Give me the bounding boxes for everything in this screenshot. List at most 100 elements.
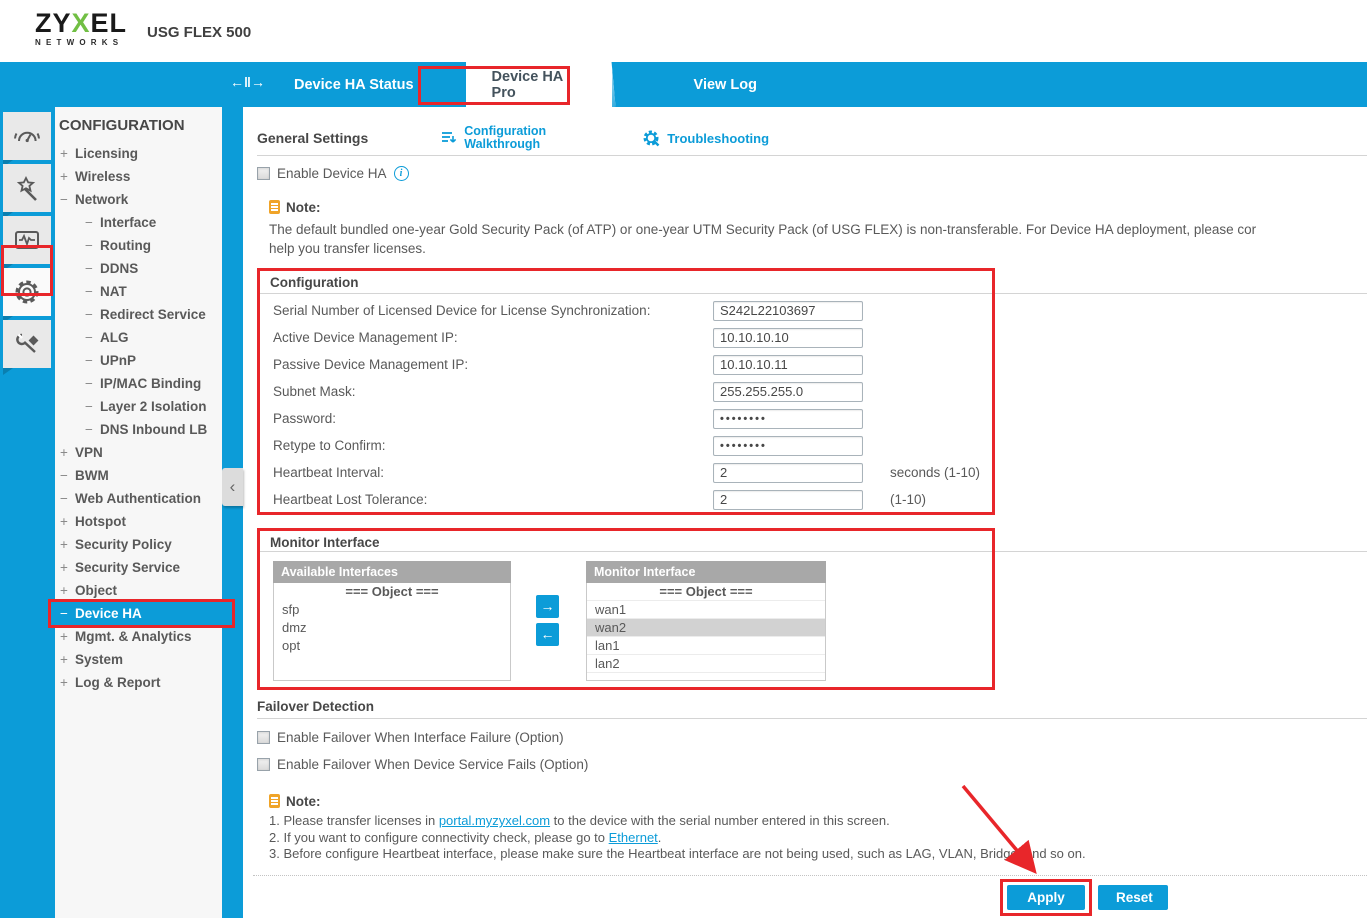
form-row: Subnet Mask:: [260, 378, 992, 405]
failover-interface-label: Enable Failover When Interface Failure (…: [277, 730, 564, 745]
sidebar-item-web-authentication[interactable]: −Web Authentication: [55, 487, 222, 510]
sidebar-item-vpn[interactable]: +VPN: [55, 441, 222, 464]
sidebar-item-dns-inbound-lb[interactable]: −DNS Inbound LB: [55, 418, 222, 441]
sidebar-item-security-policy[interactable]: +Security Policy: [55, 533, 222, 556]
reset-button[interactable]: Reset: [1098, 885, 1168, 910]
note-line: 2. If you want to configure connectivity…: [269, 830, 1367, 847]
sidebar-item-label: DNS Inbound LB: [100, 422, 207, 437]
info-icon[interactable]: i: [394, 166, 409, 181]
failover-section-title: Failover Detection: [257, 699, 374, 714]
sidebar-item-routing[interactable]: −Routing: [55, 234, 222, 257]
note-icon: [269, 200, 280, 214]
sidebar-item-label: Security Service: [75, 560, 180, 575]
monitor-interface-item[interactable]: wan2: [587, 619, 825, 637]
sidebar-item-licensing[interactable]: +Licensing: [55, 142, 222, 165]
sidebar-item-label: System: [75, 652, 123, 667]
monitor-interface-section: Monitor Interface Available Interfaces =…: [257, 528, 995, 690]
field-input[interactable]: [713, 409, 863, 429]
move-right-button[interactable]: →: [536, 595, 559, 618]
configuration-walkthrough-link[interactable]: ConfigurationWalkthrough: [440, 125, 546, 151]
tab-device-ha-pro[interactable]: Device HA Pro: [466, 62, 616, 107]
divider: [257, 718, 1367, 719]
enable-device-ha-checkbox[interactable]: [257, 167, 270, 180]
failover-interface-checkbox[interactable]: [257, 731, 270, 744]
sidebar-item-redirect-service[interactable]: −Redirect Service: [55, 303, 222, 326]
sidebar-item-label: Mgmt. & Analytics: [75, 629, 192, 644]
configuration-gear-icon[interactable]: [3, 268, 51, 316]
field-label: Passive Device Management IP:: [260, 357, 713, 372]
sidebar-item-network[interactable]: −Network: [55, 188, 222, 211]
monitor-interface-section-title: Monitor Interface: [270, 535, 380, 550]
monitor-interface-item[interactable]: lan1: [587, 637, 825, 655]
field-input[interactable]: [713, 382, 863, 402]
available-interfaces-header: Available Interfaces: [273, 561, 511, 583]
failover-service-checkbox[interactable]: [257, 758, 270, 771]
note-line: 3. Before configure Heartbeat interface,…: [269, 846, 1367, 863]
device-model: USG FLEX 500: [147, 24, 251, 41]
monitor-interface-listbox: Monitor Interface === Object === wan1wan…: [586, 561, 826, 681]
note-icon: [269, 794, 280, 808]
field-label: Password:: [260, 411, 713, 426]
sidebar-item-wireless[interactable]: +Wireless: [55, 165, 222, 188]
field-input[interactable]: [713, 436, 863, 456]
note-link[interactable]: portal.myzyxel.com: [439, 813, 550, 828]
available-interface-item[interactable]: dmz: [274, 619, 510, 637]
sidebar-item-label: Interface: [100, 215, 156, 230]
zyxel-logo: ZYXEL NETWORKS: [35, 9, 127, 47]
sidebar-strip: ‹: [222, 107, 243, 918]
monitor-interface-item[interactable]: wan1: [587, 601, 825, 619]
available-interface-item[interactable]: opt: [274, 637, 510, 655]
sidebar-item-label: Object: [75, 583, 117, 598]
note-link[interactable]: Ethernet: [609, 830, 658, 845]
sidebar-item-hotspot[interactable]: +Hotspot: [55, 510, 222, 533]
sidebar-collapse-button[interactable]: ‹: [222, 468, 243, 506]
move-left-button[interactable]: ←: [536, 623, 559, 646]
sidebar-item-mgmt-analytics[interactable]: +Mgmt. & Analytics: [55, 625, 222, 648]
sidebar-item-alg[interactable]: −ALG: [55, 326, 222, 349]
field-suffix: (1-10): [890, 492, 926, 507]
tab-bar: ←‖→ Device HA Status Device HA Pro View …: [0, 62, 1367, 107]
field-label: Active Device Management IP:: [260, 330, 713, 345]
sidebar-item-ip-mac-binding[interactable]: −IP/MAC Binding: [55, 372, 222, 395]
configuration-form: Serial Number of Licensed Device for Lic…: [260, 297, 992, 513]
wizard-icon[interactable]: [3, 164, 51, 212]
sidebar-item-device-ha[interactable]: −Device HA: [55, 602, 222, 625]
sidebar-item-nat[interactable]: −NAT: [55, 280, 222, 303]
walkthrough-icon: [440, 129, 458, 147]
sidebar-item-layer-2-isolation[interactable]: −Layer 2 Isolation: [55, 395, 222, 418]
field-input[interactable]: [713, 355, 863, 375]
main-content: General Settings ConfigurationWalkthroug…: [243, 107, 1367, 918]
sidebar-resize-handle[interactable]: ←‖→: [230, 74, 265, 90]
sidebar-item-label: ALG: [100, 330, 129, 345]
icon-rail: [0, 107, 55, 918]
annotation-apply-box: Apply: [1000, 879, 1092, 916]
field-input[interactable]: [713, 463, 863, 483]
sidebar-item-upnp[interactable]: −UPnP: [55, 349, 222, 372]
monitor-icon[interactable]: [3, 216, 51, 264]
field-input[interactable]: [713, 301, 863, 321]
sidebar-item-system[interactable]: +System: [55, 648, 222, 671]
sidebar-item-bwm[interactable]: −BWM: [55, 464, 222, 487]
apply-button[interactable]: Apply: [1007, 885, 1085, 910]
sidebar-item-object[interactable]: +Object: [55, 579, 222, 602]
sidebar-item-ddns[interactable]: −DDNS: [55, 257, 222, 280]
tab-view-log[interactable]: View Log: [668, 62, 783, 107]
maintenance-tools-icon[interactable]: [3, 320, 51, 368]
sidebar-item-security-service[interactable]: +Security Service: [55, 556, 222, 579]
sidebar-item-label: VPN: [75, 445, 103, 460]
sidebar-item-label: UPnP: [100, 353, 136, 368]
troubleshooting-link[interactable]: Troubleshooting: [642, 129, 769, 148]
dashboard-icon[interactable]: [3, 112, 51, 160]
sidebar-item-label: Routing: [100, 238, 151, 253]
sidebar-menu: CONFIGURATION +Licensing+Wireless−Networ…: [55, 107, 222, 918]
sidebar-item-log-report[interactable]: +Log & Report: [55, 671, 222, 694]
field-input[interactable]: [713, 328, 863, 348]
logo-zy: ZY: [35, 8, 72, 38]
monitor-interface-item[interactable]: lan2: [587, 655, 825, 673]
available-interface-item[interactable]: sfp: [274, 601, 510, 619]
field-label: Retype to Confirm:: [260, 438, 713, 453]
configuration-section-title: Configuration: [270, 275, 358, 290]
tab-device-ha-status[interactable]: Device HA Status: [268, 62, 440, 107]
field-input[interactable]: [713, 490, 863, 510]
sidebar-item-interface[interactable]: −Interface: [55, 211, 222, 234]
